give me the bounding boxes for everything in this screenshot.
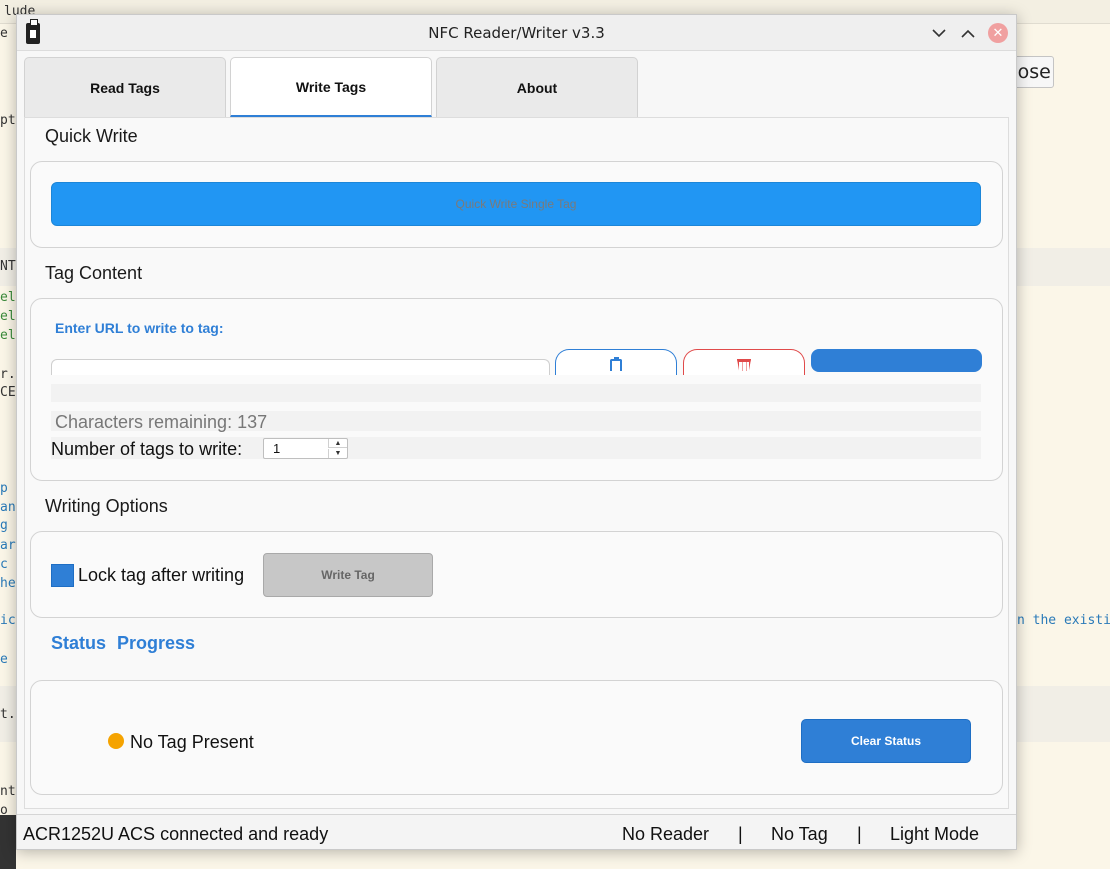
tab-write-tags[interactable]: Write Tags [230, 57, 432, 117]
background-code-line: p [0, 481, 8, 496]
spin-up-arrow-icon[interactable]: ▲ [328, 439, 347, 448]
trash-icon [737, 359, 751, 371]
tag-content-title: Tag Content [45, 263, 143, 283]
chars-remaining-text: Characters remaining: 137 [55, 412, 268, 432]
quick-write-title: Quick Write [45, 126, 138, 146]
terminal-strip [0, 815, 16, 869]
window-title: NFC Reader/Writer v3.3 [428, 24, 605, 42]
status-text: No Tag Present [130, 732, 254, 752]
tab-about[interactable]: About [436, 57, 638, 117]
url-label: Enter URL to write to tag: [55, 320, 224, 336]
quick-write-button[interactable]: Quick Write Single Tag [51, 182, 981, 226]
status-separator: | [738, 824, 743, 844]
app-window: NFC Reader/Writer v3.3 ✕ Read Tags Write… [16, 14, 1017, 850]
background-code-line: e [0, 652, 8, 667]
url-preview-strip [51, 384, 981, 402]
num-tags-label: Number of tags to write: [51, 439, 243, 459]
status-bar-message: ACR1252U ACS connected and ready [23, 824, 329, 844]
num-tags-value: 1 [273, 441, 281, 456]
paste-button[interactable] [555, 349, 677, 375]
background-code-line: c [0, 557, 8, 572]
writing-options-title: Writing Options [45, 496, 168, 516]
theme-mode-toggle[interactable]: Light Mode [890, 824, 979, 845]
url-input[interactable] [51, 359, 550, 375]
status-progress-heading: Status Progress [51, 633, 196, 653]
background-code-line: he [0, 576, 16, 591]
chevron-down-icon [932, 28, 946, 37]
clear-status-button[interactable]: Clear Status [801, 719, 971, 763]
write-tag-button[interactable]: Write Tag [263, 553, 433, 597]
chevron-up-icon [961, 29, 975, 38]
reader-status: No Reader [622, 824, 710, 844]
background-code-line: el [0, 309, 16, 324]
background-code-line: r. [0, 367, 16, 382]
status-bar: ACR1252U ACS connected and ready No Read… [17, 814, 1016, 849]
spin-down-arrow-icon[interactable]: ▼ [328, 449, 347, 458]
status-indicator-icon [108, 733, 124, 749]
lock-tag-checkbox[interactable] [51, 564, 74, 587]
minimize-button[interactable] [929, 23, 949, 43]
background-code-line: ar [0, 538, 16, 553]
background-code-line: el [0, 328, 16, 343]
close-icon: ✕ [992, 25, 1004, 41]
background-code-snippet: n the existi [1017, 613, 1110, 628]
clear-url-button[interactable] [683, 349, 805, 375]
clipboard-icon [610, 357, 622, 371]
window-close-button[interactable]: ✕ [988, 23, 1008, 43]
background-code-line: g [0, 518, 8, 533]
background-code-line: t. [0, 707, 16, 722]
lock-tag-label: Lock tag after writing [78, 565, 245, 585]
title-bar: NFC Reader/Writer v3.3 ✕ [17, 15, 1016, 51]
num-tags-stepper[interactable]: 1 ▲ ▼ [263, 438, 348, 459]
write-url-button[interactable] [811, 349, 982, 372]
background-code-line: ic [0, 613, 16, 628]
tab-read-tags[interactable]: Read Tags [24, 57, 226, 117]
maximize-button[interactable] [958, 23, 978, 43]
background-code-line: CE [0, 385, 16, 400]
tag-status: No Tag [771, 824, 828, 844]
status-separator: | [857, 824, 862, 844]
background-code-line: an [0, 500, 16, 515]
background-code-line: el [0, 290, 16, 305]
background-code-line: nt [0, 784, 16, 799]
background-code-line: e [0, 26, 8, 41]
